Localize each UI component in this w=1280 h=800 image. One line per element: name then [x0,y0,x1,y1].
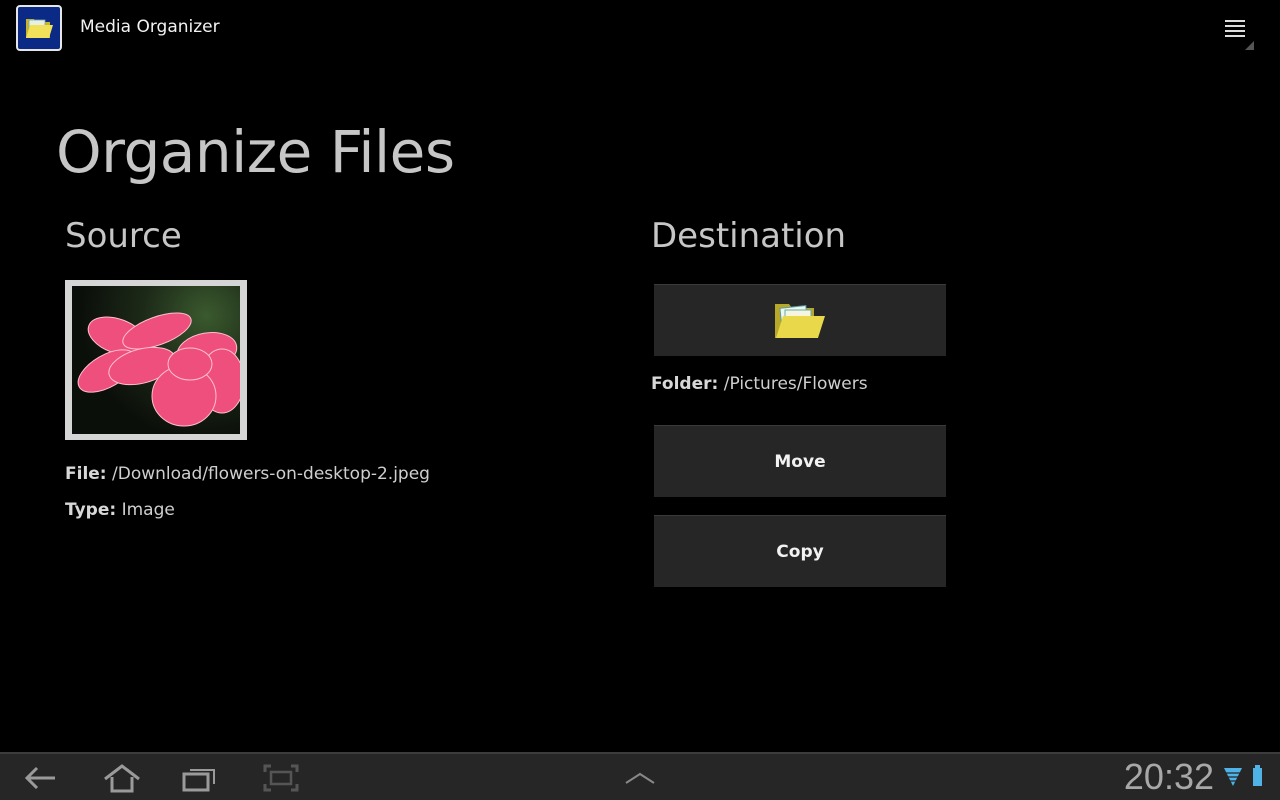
copy-button[interactable]: Copy [654,515,946,587]
folder-value: /Pictures/Flowers [718,374,868,394]
app-icon[interactable] [16,5,62,51]
source-thumbnail[interactable] [65,280,247,440]
back-button[interactable] [16,758,64,798]
page-title: Organize Files [56,118,455,186]
recent-apps-icon [182,769,215,792]
battery-icon [1253,765,1262,786]
move-button[interactable]: Move [654,425,946,497]
clock[interactable]: 20:32 [1124,756,1214,798]
system-bar: 20:32 [0,752,1280,800]
app-title: Media Organizer [80,17,220,37]
choose-folder-button[interactable] [654,284,946,356]
file-type-line: Type: Image [65,500,175,520]
type-value: Image [116,500,175,520]
recent-apps-button[interactable] [176,758,224,798]
wifi-icon [1224,768,1242,786]
destination-heading: Destination [651,216,847,256]
home-icon [104,764,140,793]
folder-label: Folder: [651,374,719,394]
back-icon [24,766,55,790]
file-label: File: [65,464,107,484]
pink-flowers-image [72,286,240,434]
folder-icon [775,303,825,338]
screenshot-button[interactable] [257,758,305,798]
home-button[interactable] [98,758,146,798]
type-label: Type: [65,500,117,520]
file-path-line: File: /Download/flowers-on-desktop-2.jpe… [65,464,430,484]
chevron-up-icon [625,772,655,784]
folder-path-line: Folder: /Pictures/Flowers [651,374,868,394]
app-drawer-button[interactable] [616,758,664,798]
source-heading: Source [65,216,182,256]
screenshot-icon [263,764,299,792]
folder-icon [26,19,53,38]
file-value: /Download/flowers-on-desktop-2.jpeg [106,464,430,484]
overflow-menu-button[interactable] [1220,14,1256,50]
action-bar: Media Organizer [0,0,1280,56]
